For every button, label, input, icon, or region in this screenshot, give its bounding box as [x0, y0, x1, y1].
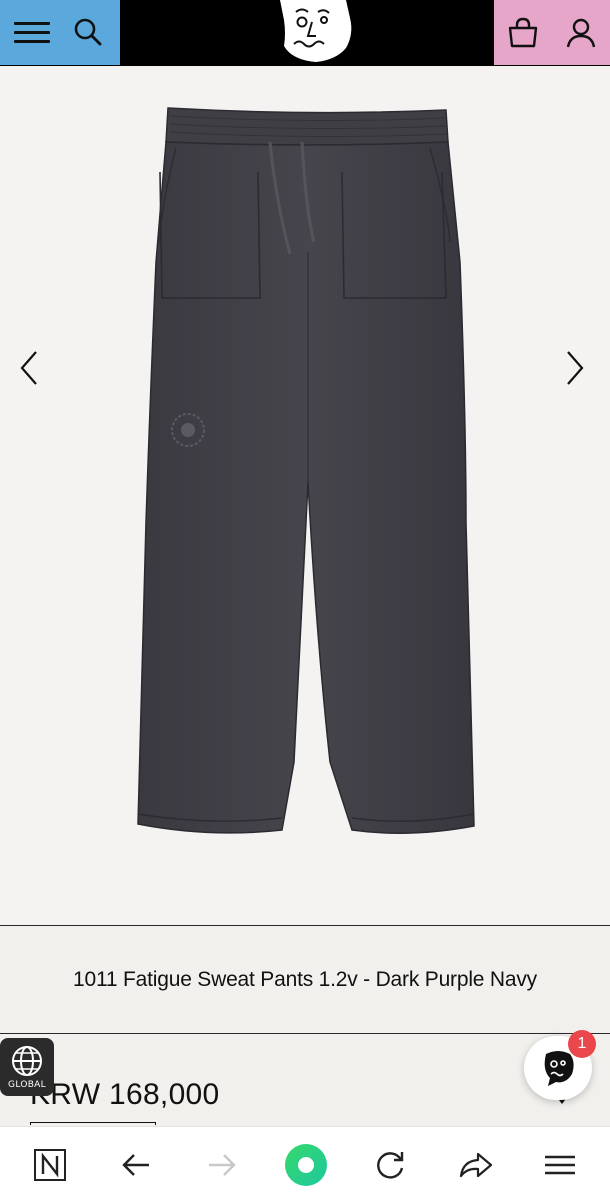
product-title-band: 1011 Fatigue Sweat Pants 1.2v - Dark Pur…: [0, 926, 610, 1034]
chat-notification-badge: 1: [568, 1030, 596, 1058]
shopping-bag-icon[interactable]: [506, 16, 540, 50]
dark-sweat-pants-product-image: [137, 107, 475, 834]
chevron-right-icon[interactable]: [560, 348, 590, 388]
forward-arrow-icon[interactable]: [202, 1145, 242, 1185]
option-select-box[interactable]: [30, 1122, 156, 1125]
header-left-panel: [0, 0, 120, 65]
face-logo-icon[interactable]: [270, 0, 356, 64]
hamburger-menu-icon[interactable]: [14, 22, 50, 44]
site-header: [0, 0, 610, 66]
global-label: GLOBAL: [8, 1080, 46, 1090]
browser-bottom-bar: [0, 1126, 610, 1200]
global-language-button[interactable]: GLOBAL: [0, 1038, 54, 1096]
header-right-panel: [494, 0, 610, 65]
product-image-gallery[interactable]: [0, 66, 610, 926]
globe-icon: [12, 1046, 42, 1076]
refresh-icon[interactable]: [370, 1145, 410, 1185]
product-page: 1011 Fatigue Sweat Pants 1.2v - Dark Pur…: [0, 0, 610, 1200]
product-price: KRW 168,000: [30, 1078, 220, 1111]
back-arrow-icon[interactable]: [116, 1145, 156, 1185]
home-circle-icon[interactable]: [284, 1143, 328, 1187]
menu-icon[interactable]: [540, 1145, 580, 1185]
search-icon[interactable]: [72, 16, 104, 48]
naver-n-icon[interactable]: [30, 1145, 70, 1185]
share-icon[interactable]: [456, 1145, 496, 1185]
chevron-left-icon[interactable]: [14, 348, 44, 388]
product-price-area: KRW 168,000: [0, 1034, 610, 1126]
user-account-icon[interactable]: [564, 16, 598, 50]
product-title: 1011 Fatigue Sweat Pants 1.2v - Dark Pur…: [73, 967, 537, 991]
